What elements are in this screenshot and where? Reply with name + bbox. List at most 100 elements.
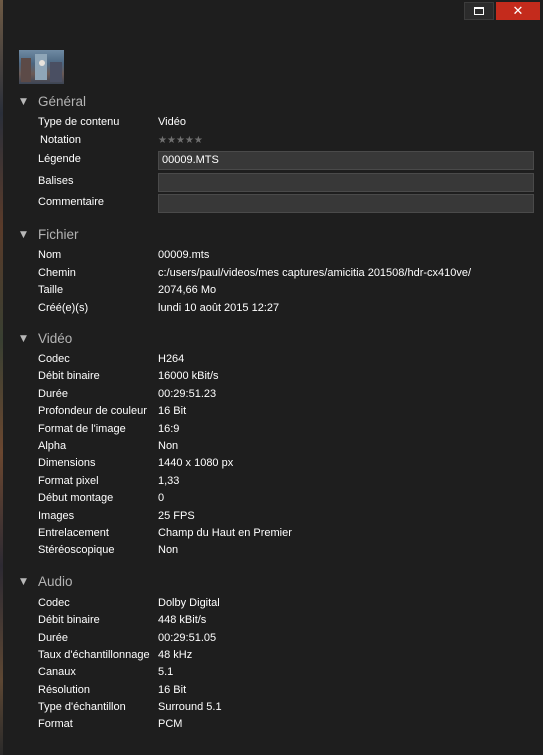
rating-stars[interactable]: ★★★★★ bbox=[158, 132, 203, 149]
property-label: Alpha bbox=[38, 440, 67, 452]
property-value: H264 bbox=[158, 353, 185, 365]
property-label: Chemin bbox=[38, 266, 76, 279]
close-icon: ✕ bbox=[512, 3, 524, 19]
property-value: Surround 5.1 bbox=[158, 700, 222, 713]
property-label: Nom bbox=[38, 249, 62, 261]
close-button[interactable]: ✕ bbox=[496, 2, 540, 20]
property-value: 448 kBit/s bbox=[158, 614, 207, 627]
property-value: 16000 kBit/s bbox=[158, 370, 219, 383]
property-label: Entrelacement bbox=[38, 527, 109, 539]
property-row: Débit binaire 16000 kBit/s bbox=[0, 368, 543, 385]
property-label: Images bbox=[38, 509, 75, 522]
section-title: Général bbox=[38, 94, 87, 109]
property-label: Codec bbox=[38, 353, 70, 365]
property-label: Débit binaire bbox=[38, 614, 100, 627]
star-icon[interactable]: ★ bbox=[176, 135, 185, 146]
property-label: Notation bbox=[40, 134, 81, 146]
property-value: 00:29:51.23 bbox=[158, 387, 217, 400]
property-value: 1,33 bbox=[158, 474, 180, 487]
star-icon[interactable]: ★ bbox=[158, 135, 167, 146]
property-label: Créé(e)(s) bbox=[38, 301, 89, 314]
property-value: Non bbox=[158, 544, 179, 557]
property-value: 25 FPS bbox=[158, 509, 195, 522]
property-label: Codec bbox=[38, 597, 70, 609]
property-row: Type d'échantillon Surround 5.1 bbox=[0, 699, 543, 716]
property-value: PCM bbox=[158, 718, 183, 731]
property-label: Résolution bbox=[38, 683, 90, 696]
maximize-button[interactable] bbox=[464, 2, 494, 20]
section-title: Audio bbox=[38, 574, 73, 589]
property-label: Légende bbox=[38, 153, 81, 165]
caption-input[interactable]: 00009.MTS bbox=[158, 151, 534, 170]
property-row: Début montage 0 bbox=[0, 490, 543, 507]
property-row: Résolution 16 Bit bbox=[0, 682, 543, 699]
property-row: Débit binaire 448 kBit/s bbox=[0, 612, 543, 629]
property-label: Canaux bbox=[38, 666, 76, 679]
section-video-header[interactable]: ▼ Vidéo bbox=[20, 331, 72, 346]
property-value: Dolby Digital bbox=[158, 597, 220, 609]
collapse-arrow-icon[interactable]: ▼ bbox=[20, 230, 38, 240]
property-row: Alpha Non bbox=[0, 438, 543, 455]
property-value: Non bbox=[158, 440, 179, 452]
section-title: Vidéo bbox=[38, 331, 73, 346]
comment-input[interactable] bbox=[158, 194, 534, 213]
property-row: Codec H264 bbox=[0, 351, 543, 368]
property-value: c:/users/paul/videos/mes captures/amicit… bbox=[158, 266, 472, 279]
property-value: 16 Bit bbox=[158, 683, 187, 696]
property-label: Type de contenu bbox=[38, 116, 120, 128]
property-row: Format PCM bbox=[0, 716, 543, 733]
property-row: Canaux 5.1 bbox=[0, 664, 543, 681]
property-label: Format pixel bbox=[38, 474, 99, 487]
property-value: 16 Bit bbox=[158, 405, 187, 418]
property-label: Dimensions bbox=[38, 457, 96, 470]
property-value: 00009.mts bbox=[158, 249, 210, 261]
property-row: Chemin c:/users/paul/videos/mes captures/… bbox=[0, 265, 543, 282]
property-value: 00:29:51.05 bbox=[158, 631, 217, 644]
property-label: Balises bbox=[38, 175, 74, 187]
star-icon[interactable]: ★ bbox=[185, 135, 194, 146]
property-row: Format pixel 1,33 bbox=[0, 473, 543, 490]
property-row: Durée 00:29:51.23 bbox=[0, 386, 543, 403]
property-label: Taux d'échantillonnage bbox=[38, 648, 150, 661]
property-value: 5.1 bbox=[158, 666, 174, 679]
star-icon[interactable]: ★ bbox=[194, 135, 203, 146]
section-file-header[interactable]: ▼ Fichier bbox=[20, 227, 79, 242]
property-row: Nom 00009.mts bbox=[0, 247, 543, 264]
property-row: Taux d'échantillonnage 48 kHz bbox=[0, 647, 543, 664]
property-row: Type de contenu Vidéo bbox=[0, 114, 543, 131]
property-row: Codec Dolby Digital bbox=[0, 595, 543, 612]
property-value: 48 kHz bbox=[158, 648, 193, 661]
property-value: 16:9 bbox=[158, 422, 180, 435]
property-label: Format de l'image bbox=[38, 422, 126, 435]
section-general-header[interactable]: ▼ Général bbox=[20, 94, 86, 109]
property-value: Champ du Haut en Premier bbox=[158, 527, 292, 539]
property-label: Début montage bbox=[38, 492, 114, 505]
property-row: Dimensions 1440 x 1080 px bbox=[0, 455, 543, 472]
tags-input[interactable] bbox=[158, 173, 534, 192]
property-row: Notation ★★★★★ bbox=[0, 132, 543, 149]
property-label: Stéréoscopique bbox=[38, 544, 115, 557]
property-label: Taille bbox=[38, 284, 64, 297]
property-row: Créé(e)(s) lundi 10 août 2015 12:27 bbox=[0, 300, 543, 317]
property-label: Commentaire bbox=[38, 196, 105, 208]
collapse-arrow-icon[interactable]: ▼ bbox=[20, 334, 38, 344]
property-label: Durée bbox=[38, 631, 68, 644]
property-label: Type d'échantillon bbox=[38, 700, 126, 713]
section-title: Fichier bbox=[38, 227, 79, 242]
property-label: Débit binaire bbox=[38, 370, 100, 383]
property-label: Format bbox=[38, 718, 73, 731]
property-label: Durée bbox=[38, 387, 68, 400]
property-value: 1440 x 1080 px bbox=[158, 457, 234, 470]
property-row: Entrelacement Champ du Haut en Premier bbox=[0, 525, 543, 542]
section-audio-header[interactable]: ▼ Audio bbox=[20, 574, 73, 589]
property-value: lundi 10 août 2015 12:27 bbox=[158, 301, 280, 314]
property-row: Images 25 FPS bbox=[0, 508, 543, 525]
star-icon[interactable]: ★ bbox=[167, 135, 176, 146]
property-row: Taille 2074,66 Mo bbox=[0, 282, 543, 299]
collapse-arrow-icon[interactable]: ▼ bbox=[20, 97, 38, 107]
maximize-icon bbox=[474, 7, 484, 15]
property-label: Profondeur de couleur bbox=[38, 405, 147, 418]
property-row: Durée 00:29:51.05 bbox=[0, 630, 543, 647]
collapse-arrow-icon[interactable]: ▼ bbox=[20, 577, 38, 587]
media-thumbnail bbox=[19, 50, 64, 84]
